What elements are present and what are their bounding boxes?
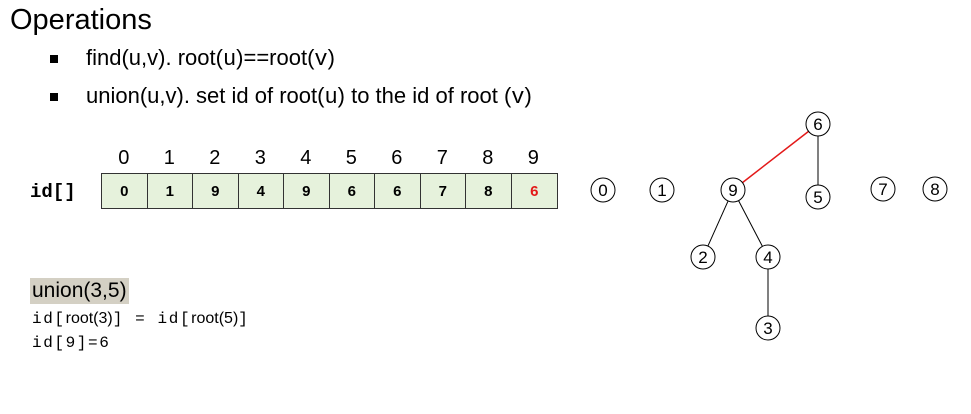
tree-node: 7: [870, 176, 896, 202]
tree-node: 6: [805, 111, 831, 137]
tree-node: 8: [922, 176, 948, 202]
tree-edge: [707, 200, 729, 247]
node-label: 6: [813, 115, 822, 134]
node-label: 2: [698, 248, 707, 267]
tree-node: 5: [805, 184, 831, 210]
tree-node: 2: [690, 244, 716, 270]
tree-edge: [738, 200, 763, 247]
node-label: 5: [813, 188, 822, 207]
new-link-edge: [742, 130, 809, 184]
tree-node: 0: [590, 177, 616, 203]
node-label: 1: [657, 181, 666, 200]
tree-node: 3: [755, 315, 781, 341]
tree-node: 9: [720, 177, 746, 203]
tree-node: 4: [755, 244, 781, 270]
node-label: 3: [763, 319, 772, 338]
union-find-forest: 0 1 9 5 7 8 2 4 3 6: [590, 111, 948, 341]
node-label: 7: [878, 180, 887, 199]
tree-node: 1: [649, 177, 675, 203]
node-label: 9: [728, 181, 737, 200]
node-label: 0: [598, 181, 607, 200]
node-label: 8: [930, 180, 939, 199]
node-label: 4: [763, 248, 772, 267]
